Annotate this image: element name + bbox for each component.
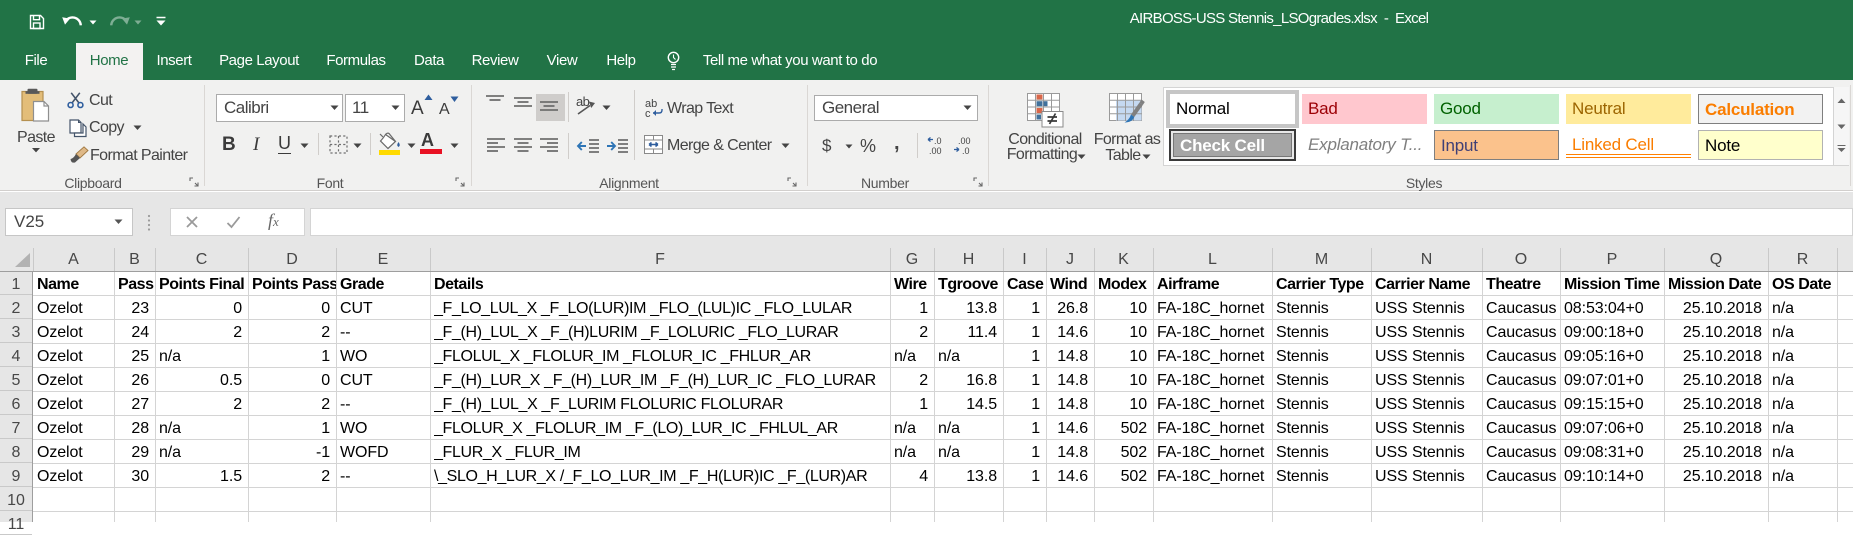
svg-text:c: c (645, 108, 651, 120)
